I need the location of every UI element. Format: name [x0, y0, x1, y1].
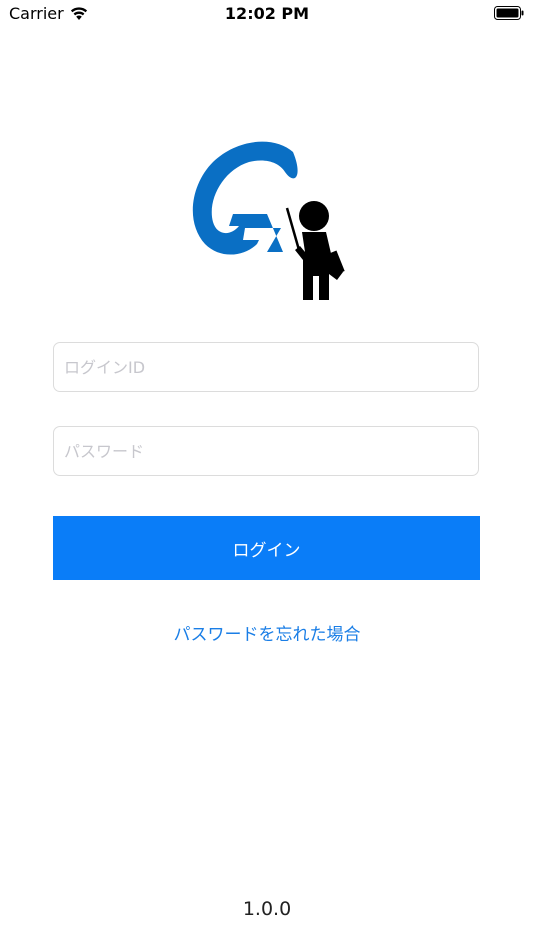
version-label: 1.0.0	[242, 898, 292, 920]
login-button-label: ログイン	[232, 540, 301, 561]
status-bar: Carrier 12:02 PM	[0, 0, 534, 30]
login-button[interactable]: ログイン	[53, 516, 480, 580]
g-teacher-logo-icon	[192, 141, 345, 300]
status-time: 12:02 PM	[224, 4, 310, 23]
password-field[interactable]	[53, 426, 479, 476]
battery-icon	[494, 6, 524, 20]
login-id-input[interactable]	[54, 343, 478, 391]
login-screen: Carrier 12:02 PM ログイン パスワードを忘れた場合	[0, 0, 534, 950]
password-input[interactable]	[54, 427, 478, 475]
forgot-password-link[interactable]: パスワードを忘れた場合	[0, 620, 534, 645]
login-id-field[interactable]	[53, 342, 479, 392]
